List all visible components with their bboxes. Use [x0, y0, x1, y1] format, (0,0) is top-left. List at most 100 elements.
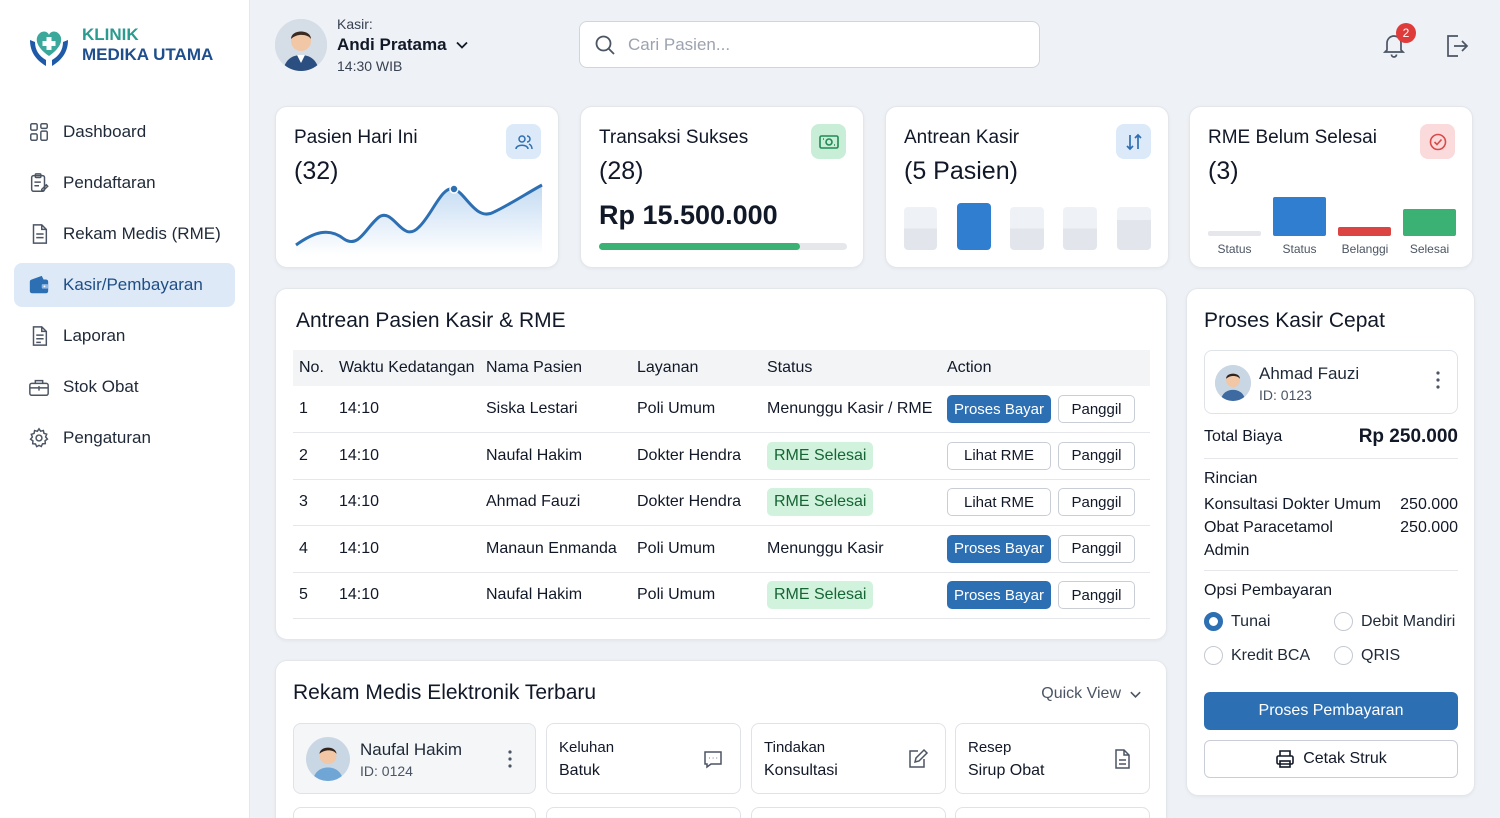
user-avatar-icon — [275, 19, 327, 71]
sidebar-item-stok-obat[interactable]: Stok Obat — [14, 365, 235, 409]
row-service: Poli Umum — [631, 572, 761, 619]
line-item-name: Admin — [1204, 542, 1250, 559]
row-number: 3 — [293, 479, 333, 526]
row-number: 2 — [293, 432, 333, 480]
process-payment-row-button[interactable]: Proses Bayar — [947, 534, 1051, 563]
radio-button[interactable] — [1204, 612, 1223, 631]
sidebar-nav: Dashboard Pendaftaran Rekam Medis (RME) … — [14, 110, 235, 467]
radio-button[interactable] — [1204, 646, 1223, 665]
rme-complaint-card[interactable]: Keluhan Batuk — [546, 723, 741, 794]
queue-table: No. Waktu Kedatangan Nama Pasien Layanan… — [293, 350, 1150, 619]
table-row: 5 14:10 Naufal Hakim Poli Umum RME Selesai Pr… — [293, 572, 1150, 619]
radio-button[interactable] — [1334, 646, 1353, 665]
dashboard-icon — [30, 123, 48, 141]
rme-panel: Rekam Medis Elektronik Terbaru Quick Vie… — [275, 660, 1167, 818]
user-profile[interactable]: Kasir: Andi Pratama 14:30 WIB — [275, 16, 469, 74]
rme-patient-card[interactable]: Naufal Hakim ID: 0124 — [293, 723, 536, 794]
avatar — [306, 737, 350, 781]
clinic-logo[interactable]: KLINIK MEDIKA UTAMA — [26, 22, 213, 68]
rme-card-label: Tindakan — [764, 739, 826, 756]
stat-card-patients: Pasien Hari Ini (32) — [275, 106, 559, 268]
more-vertical-icon[interactable] — [1435, 371, 1441, 389]
view-rme-button[interactable]: Lihat RME — [947, 488, 1051, 517]
rme-patient-name: Naufal Hakim — [360, 740, 463, 759]
user-avatar-icon — [306, 737, 350, 781]
chevron-down-icon[interactable] — [455, 38, 469, 52]
print-receipt-label: Cetak Struk — [1303, 750, 1387, 767]
payment-option-debit[interactable]: Debit Mandiri — [1334, 612, 1455, 631]
print-receipt-button[interactable]: Cetak Struk — [1204, 740, 1458, 778]
column-header: Layanan — [631, 350, 761, 386]
process-payment-row-button[interactable]: Proses Bayar — [947, 581, 1051, 610]
row-number: 1 — [293, 386, 333, 433]
checkout-patient-name: Ahmad Fauzi — [1259, 364, 1360, 383]
checkout-patient-id: ID: 0123 — [1259, 387, 1312, 403]
edit-icon — [909, 748, 929, 768]
row-status-cell: RME Selesai — [761, 572, 941, 619]
row-status-cell: Menunggu Kasir / RME — [761, 386, 941, 433]
sidebar-item-pendaftaran[interactable]: Pendaftaran — [14, 161, 235, 205]
payment-option-kredit[interactable]: Kredit BCA — [1204, 646, 1310, 665]
sidebar-item-label: Pendaftaran — [63, 173, 156, 192]
quick-view-label: Quick View — [1041, 685, 1121, 702]
sidebar-item-pengaturan[interactable]: Pengaturan — [14, 416, 235, 460]
patients-trend-chart — [295, 183, 543, 255]
document-icon — [1115, 749, 1130, 769]
progress-fill — [599, 243, 800, 250]
sidebar-item-laporan[interactable]: Laporan — [14, 314, 235, 358]
sidebar-item-rekam-medis[interactable]: Rekam Medis (RME) — [14, 212, 235, 256]
row-action-cell: Proses Bayar Panggil — [941, 525, 1150, 573]
logout-button[interactable] — [1444, 33, 1470, 64]
row-time: 14:10 — [333, 386, 480, 433]
sidebar-item-label: Stok Obat — [63, 377, 139, 396]
rme-next-card — [293, 807, 536, 818]
transaction-amount: Rp 15.500.000 — [599, 200, 778, 230]
checkout-title: Proses Kasir Cepat — [1204, 309, 1385, 332]
current-time: 14:30 WIB — [337, 58, 403, 74]
stat-icon-box — [1116, 124, 1151, 159]
user-avatar-icon — [1215, 365, 1251, 401]
rme-bar-label: Status — [1217, 242, 1252, 256]
call-patient-button[interactable]: Panggil — [1058, 534, 1135, 563]
column-header: No. — [293, 350, 333, 386]
queue-panel: Antrean Pasien Kasir & RME No. Waktu Ked… — [275, 288, 1167, 640]
call-patient-button[interactable]: Panggil — [1058, 581, 1135, 610]
process-payment-row-button[interactable]: Proses Bayar — [947, 395, 1051, 423]
user-name: Andi Pratama — [337, 35, 447, 54]
line-item: Admin — [1204, 542, 1458, 560]
rme-patient-id: ID: 0124 — [360, 763, 413, 779]
stat-icon-box — [1420, 124, 1455, 159]
stat-card-queue: Antrean Kasir (5 Pasien) — [885, 106, 1169, 268]
rme-action-card[interactable]: Tindakan Konsultasi — [751, 723, 946, 794]
table-row: 1 14:10 Siska Lestari Poli Umum Menunggu Kas… — [293, 386, 1150, 433]
stat-card-transactions: Transaksi Sukses (28) Rp 15.500.000 — [580, 106, 864, 268]
checkout-patient-card[interactable]: Ahmad Fauzi ID: 0123 — [1204, 350, 1458, 414]
transaction-progress — [599, 243, 847, 250]
rme-bar-selesai — [1403, 209, 1456, 236]
payment-option-qris[interactable]: QRIS — [1334, 646, 1400, 665]
notification-badge: 2 — [1396, 23, 1416, 43]
view-rme-button[interactable]: Lihat RME — [947, 441, 1051, 470]
search-box[interactable] — [579, 21, 1040, 68]
call-patient-button[interactable]: Panggil — [1058, 395, 1135, 423]
chevron-down-icon — [1130, 691, 1141, 698]
search-input[interactable] — [628, 34, 1028, 55]
divider — [1204, 458, 1458, 459]
row-status-cell: Menunggu Kasir — [761, 525, 941, 573]
sidebar-item-dashboard[interactable]: Dashboard — [14, 110, 235, 154]
payment-option-tunai[interactable]: Tunai — [1204, 612, 1270, 631]
process-payment-button[interactable]: Proses Pembayaran — [1204, 692, 1458, 730]
rme-card-value: Sirup Obat — [968, 762, 1045, 779]
table-row: 3 14:10 Ahmad Fauzi Dokter Hendra RME Selesa… — [293, 479, 1150, 526]
more-vertical-icon[interactable] — [507, 750, 513, 768]
rme-bar-label: Belanggi — [1341, 242, 1389, 256]
call-patient-button[interactable]: Panggil — [1058, 441, 1135, 470]
rme-prescription-card[interactable]: Resep Sirup Obat — [955, 723, 1150, 794]
report-icon — [32, 326, 48, 346]
sidebar-item-kasir[interactable]: Kasir/Pembayaran — [14, 263, 235, 307]
call-patient-button[interactable]: Panggil — [1058, 488, 1135, 517]
radio-button[interactable] — [1334, 612, 1353, 631]
table-row: 2 14:10 Naufal Hakim Dokter Hendra RME Seles… — [293, 432, 1150, 480]
quick-view-dropdown[interactable]: Quick View — [1041, 685, 1142, 703]
sidebar-item-label: Pengaturan — [63, 428, 151, 447]
